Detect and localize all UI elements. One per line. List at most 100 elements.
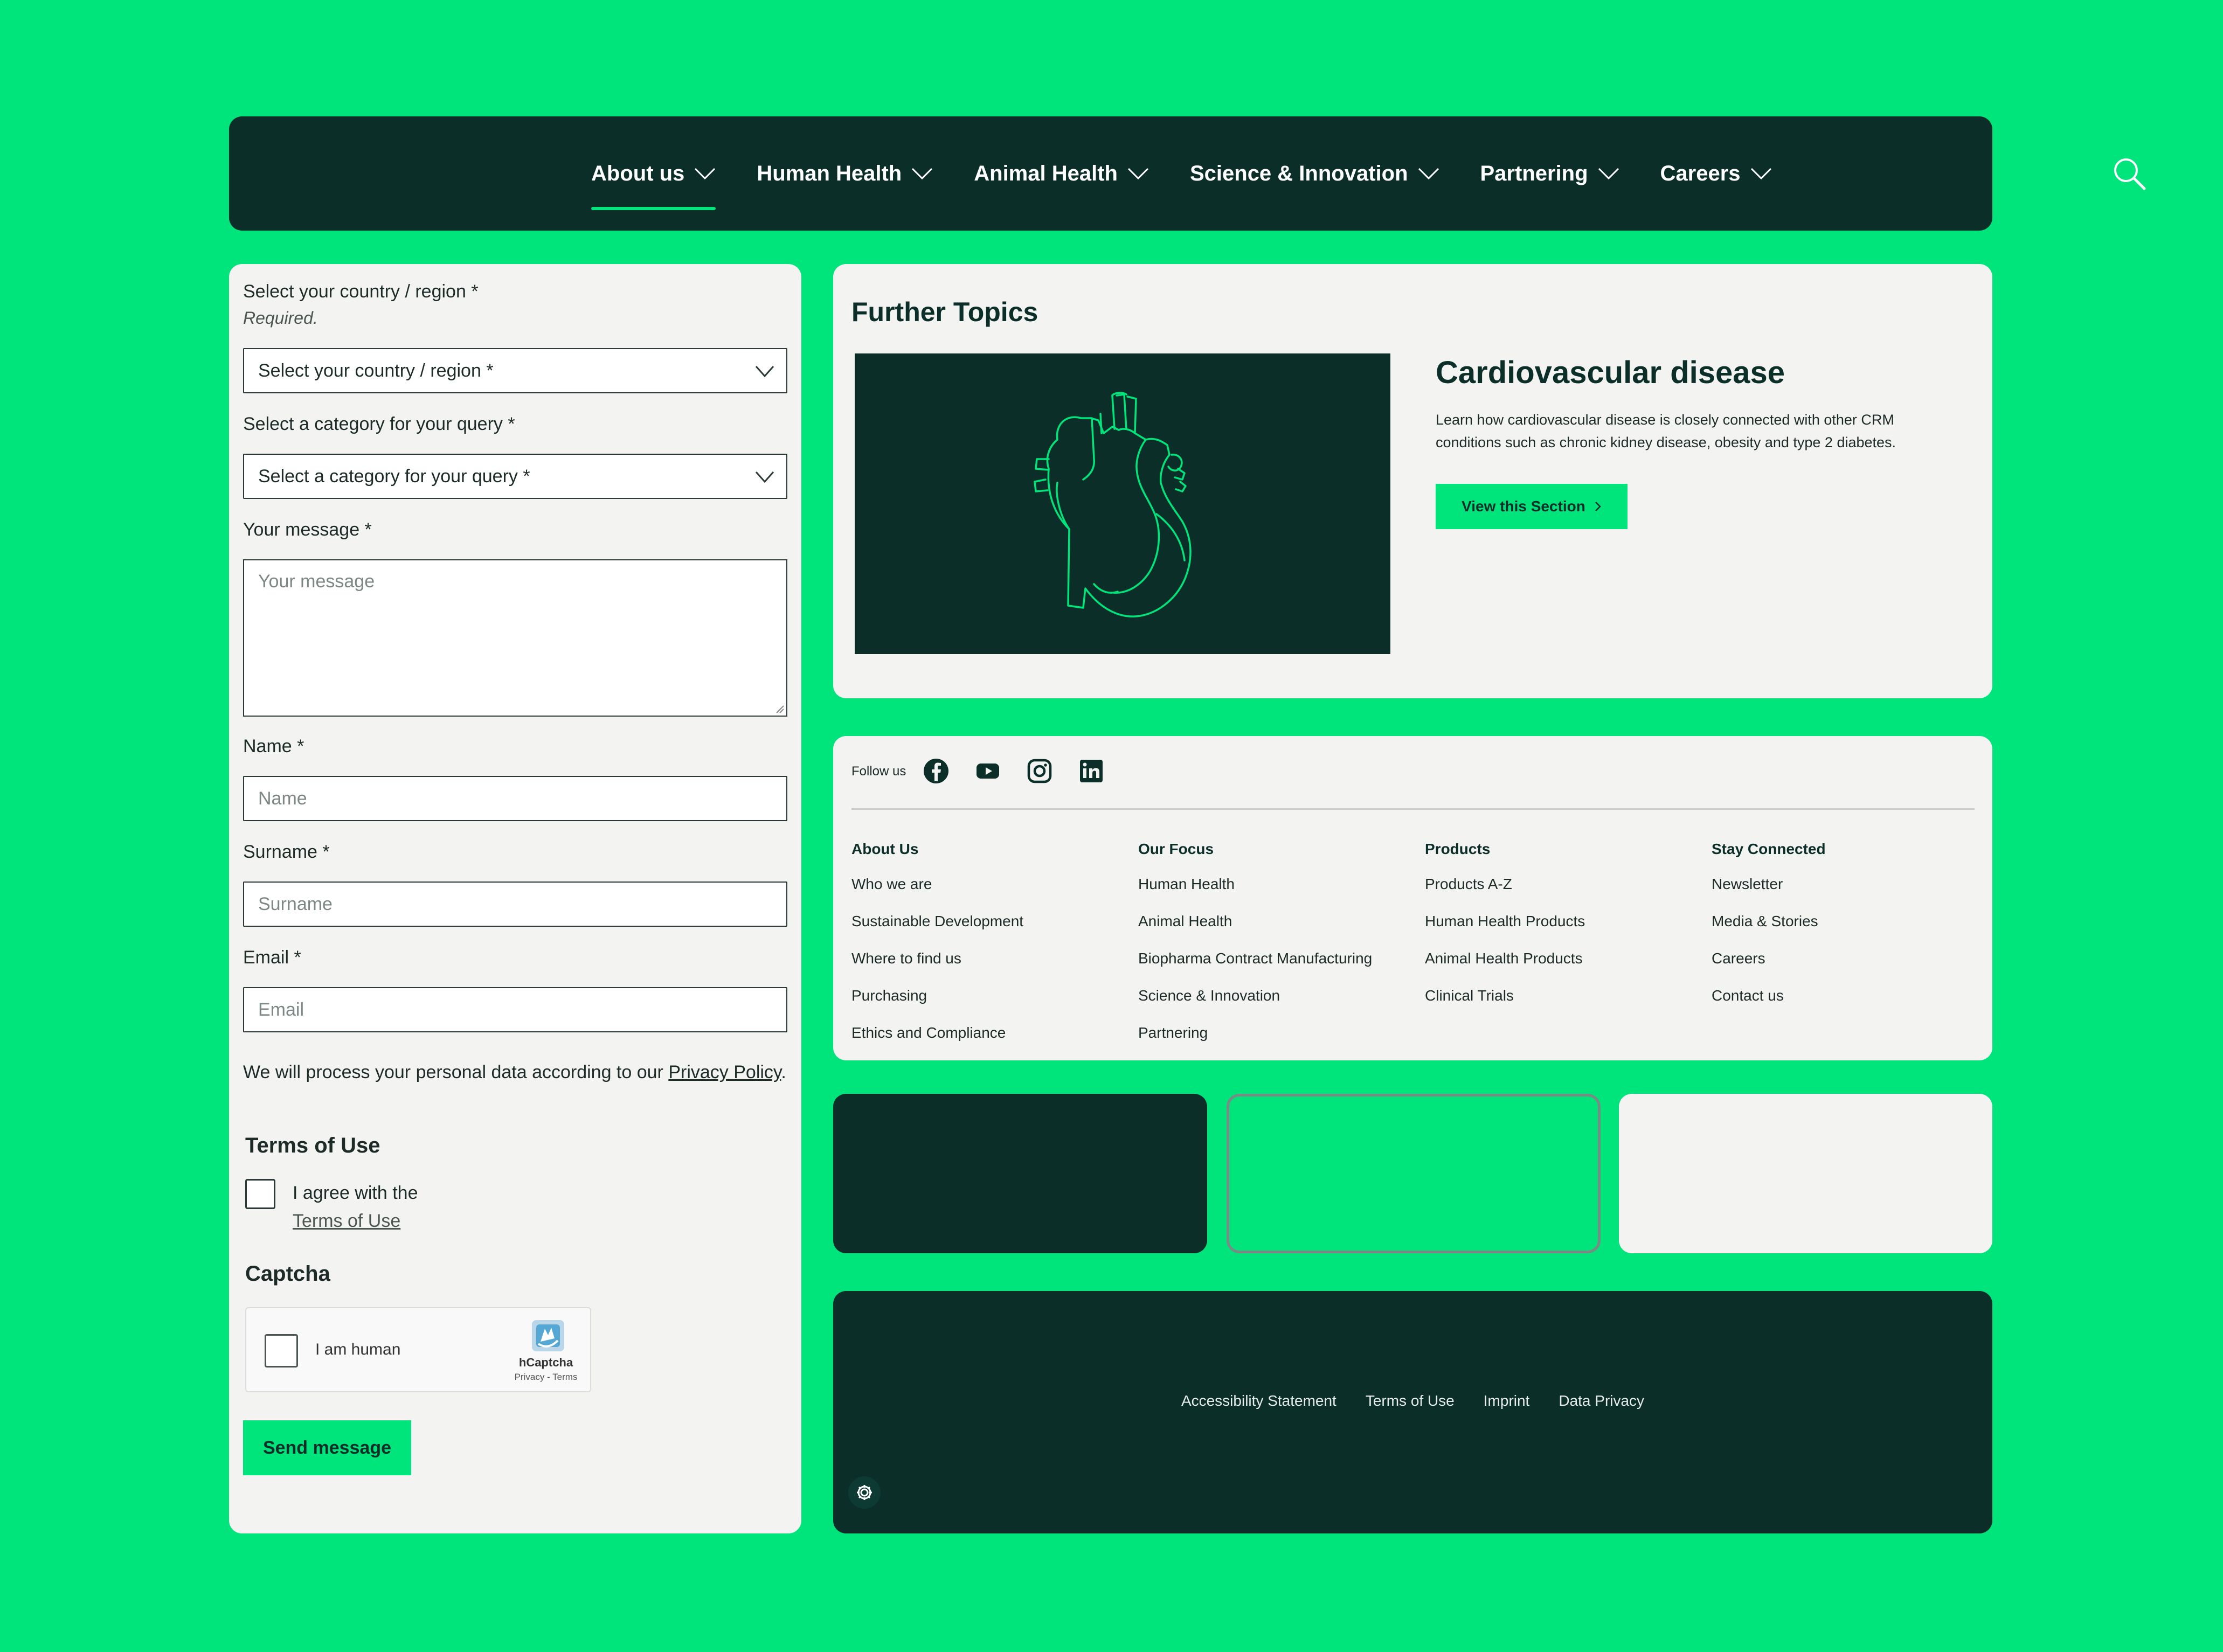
privacy-policy-link[interactable]: Privacy Policy bbox=[668, 1062, 781, 1082]
further-topics-title: Further Topics bbox=[851, 297, 1038, 327]
footer-link[interactable]: Newsletter bbox=[1712, 865, 1826, 903]
instagram-icon[interactable] bbox=[1026, 758, 1053, 785]
country-select[interactable]: Select your country / region * bbox=[243, 348, 787, 393]
topic-card-title: Cardiovascular disease bbox=[1436, 355, 1785, 390]
chevron-down-icon bbox=[912, 168, 933, 180]
agree-text: I agree with the bbox=[293, 1183, 418, 1203]
resize-handle-icon[interactable] bbox=[774, 704, 784, 713]
legal-links: Accessibility Statement Terms of Use Imp… bbox=[833, 1392, 1992, 1410]
further-topics: Further Topics Cardiovascular disease Le bbox=[833, 264, 1992, 698]
captcha-widget: I am human hCaptcha Privacy - Terms bbox=[245, 1307, 591, 1392]
facebook-icon[interactable] bbox=[923, 758, 950, 785]
chevron-down-icon bbox=[1598, 168, 1619, 180]
footer-link[interactable]: Careers bbox=[1712, 940, 1826, 977]
footer-column-heading: Stay Connected bbox=[1712, 841, 1826, 857]
captcha-label: I am human bbox=[315, 1341, 401, 1358]
footer-link[interactable]: Contact us bbox=[1712, 977, 1826, 1014]
privacy-notice-period: . bbox=[781, 1062, 786, 1082]
legal-link-imprint[interactable]: Imprint bbox=[1484, 1392, 1530, 1410]
send-message-button[interactable]: Send message bbox=[243, 1420, 411, 1475]
follow-us-label: Follow us bbox=[851, 764, 906, 779]
nav-item-human-health[interactable]: Human Health bbox=[757, 116, 933, 231]
footer-link[interactable]: Media & Stories bbox=[1712, 903, 1826, 940]
country-select-value: Select your country / region * bbox=[258, 360, 494, 381]
search-icon[interactable] bbox=[2111, 155, 2148, 192]
footer-column-heading: Products bbox=[1425, 841, 1491, 857]
footer-link[interactable]: Animal Health Products bbox=[1425, 940, 1585, 977]
footer-link[interactable]: Biopharma Contract Manufacturing bbox=[1138, 940, 1372, 977]
footer-link[interactable]: Partnering bbox=[1138, 1014, 1372, 1051]
name-placeholder: Name bbox=[258, 788, 307, 809]
footer-link[interactable]: Science & Innovation bbox=[1138, 977, 1372, 1014]
footer-link[interactable]: Sustainable Development bbox=[851, 903, 1023, 940]
nav-item-partnering[interactable]: Partnering bbox=[1480, 116, 1619, 231]
view-section-label: View this Section bbox=[1462, 498, 1585, 515]
nav-item-label: About us bbox=[591, 161, 685, 185]
youtube-icon[interactable] bbox=[974, 758, 1001, 785]
footer-link[interactable]: Products A-Z bbox=[1425, 865, 1585, 903]
chevron-right-icon bbox=[1595, 502, 1601, 511]
legal-link-data-privacy[interactable]: Data Privacy bbox=[1559, 1392, 1644, 1410]
legal-link-accessibility[interactable]: Accessibility Statement bbox=[1181, 1392, 1336, 1410]
message-placeholder: Your message bbox=[258, 571, 375, 592]
captcha-brand: hCaptcha bbox=[518, 1356, 573, 1369]
footer-link[interactable]: Human Health bbox=[1138, 865, 1372, 903]
footer-column-our-focus: Our Focus Human Health Animal Health Bio… bbox=[1138, 841, 1372, 1051]
chevron-down-icon bbox=[1418, 168, 1439, 180]
color-tile-green bbox=[1227, 1094, 1601, 1253]
footer-link[interactable]: Ethics and Compliance bbox=[851, 1014, 1023, 1051]
footer-link[interactable]: Animal Health bbox=[1138, 903, 1372, 940]
footer-column-about-us: About Us Who we are Sustainable Developm… bbox=[851, 841, 1023, 1051]
nav-item-careers[interactable]: Careers bbox=[1660, 116, 1772, 231]
hcaptcha-logo-icon bbox=[532, 1320, 564, 1351]
main-navigation: About us Human Health Animal Health Scie… bbox=[229, 116, 2146, 231]
footer-link[interactable]: Who we are bbox=[851, 865, 1023, 903]
surname-label: Surname * bbox=[243, 842, 330, 862]
footer-divider bbox=[851, 808, 1975, 810]
footer-link[interactable]: Clinical Trials bbox=[1425, 977, 1585, 1014]
captcha-heading: Captcha bbox=[245, 1262, 330, 1286]
country-label: Select your country / region * bbox=[243, 281, 479, 302]
captcha-links[interactable]: Privacy - Terms bbox=[501, 1372, 591, 1383]
message-label: Your message * bbox=[243, 519, 372, 540]
name-input[interactable]: Name bbox=[243, 776, 787, 821]
category-select-value: Select a category for your query * bbox=[258, 466, 530, 487]
terms-of-use-link[interactable]: Terms of Use bbox=[293, 1211, 400, 1231]
nav-item-science-innovation[interactable]: Science & Innovation bbox=[1190, 116, 1439, 231]
nav-item-label: Human Health bbox=[757, 161, 902, 185]
footer-links: Follow us About Us Who we are Sustainabl… bbox=[833, 736, 1992, 1060]
surname-input[interactable]: Surname bbox=[243, 881, 787, 927]
legal-footer: Accessibility Statement Terms of Use Imp… bbox=[833, 1291, 1992, 1533]
nav-item-label: Animal Health bbox=[974, 161, 1118, 185]
chevron-down-icon bbox=[695, 168, 716, 180]
nav-item-label: Careers bbox=[1660, 161, 1741, 185]
color-tile-light bbox=[1619, 1094, 1992, 1253]
category-label: Select a category for your query * bbox=[243, 414, 515, 434]
chevron-down-icon bbox=[1127, 168, 1149, 180]
topic-card-description: Learn how cardiovascular disease is clos… bbox=[1436, 412, 1896, 450]
message-textarea[interactable]: Your message bbox=[243, 559, 787, 717]
footer-link[interactable]: Human Health Products bbox=[1425, 903, 1585, 940]
terms-heading: Terms of Use bbox=[245, 1134, 380, 1157]
view-section-button[interactable]: View this Section bbox=[1436, 484, 1628, 529]
terms-checkbox[interactable] bbox=[245, 1179, 275, 1209]
footer-column-products: Products Products A-Z Human Health Produ… bbox=[1425, 841, 1585, 1014]
contact-form: Select your country / region * Required.… bbox=[229, 264, 801, 1533]
footer-link[interactable]: Where to find us bbox=[851, 940, 1023, 977]
nav-item-label: Partnering bbox=[1480, 161, 1588, 185]
nav-item-about-us[interactable]: About us bbox=[591, 116, 716, 231]
footer-column-heading: About Us bbox=[851, 841, 919, 857]
email-label: Email * bbox=[243, 947, 301, 968]
captcha-checkbox[interactable] bbox=[265, 1334, 298, 1368]
legal-link-terms[interactable]: Terms of Use bbox=[1366, 1392, 1455, 1410]
footer-link[interactable]: Purchasing bbox=[851, 977, 1023, 1014]
category-select[interactable]: Select a category for your query * bbox=[243, 454, 787, 499]
color-tile-dark bbox=[833, 1094, 1207, 1253]
cookie-settings-icon[interactable] bbox=[847, 1475, 882, 1510]
email-input[interactable]: Email bbox=[243, 987, 787, 1032]
nav-item-label: Science & Innovation bbox=[1189, 161, 1408, 185]
required-hint: Required. bbox=[243, 308, 318, 328]
email-placeholder: Email bbox=[258, 999, 304, 1020]
nav-item-animal-health[interactable]: Animal Health bbox=[974, 116, 1149, 231]
linkedin-icon[interactable] bbox=[1078, 758, 1105, 785]
